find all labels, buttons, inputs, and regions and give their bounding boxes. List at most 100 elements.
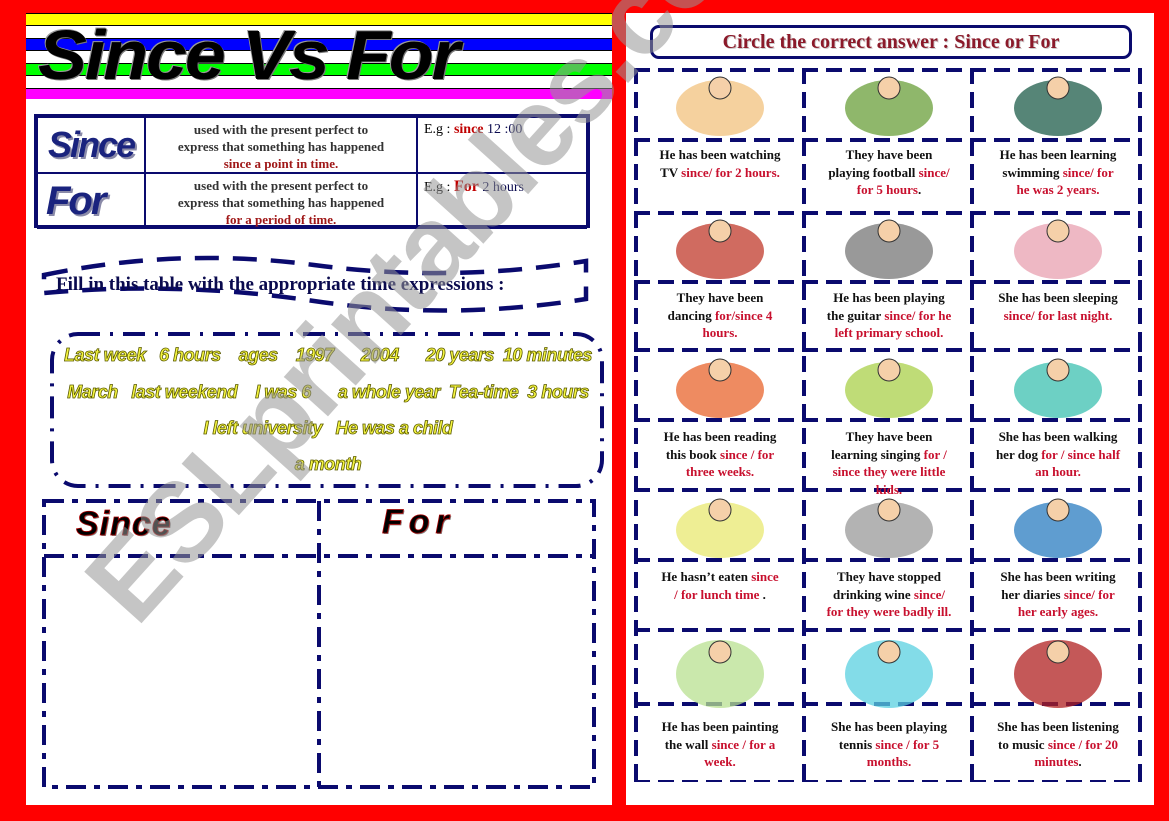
answer-choice[interactable]: for/since 4 — [715, 308, 772, 323]
since-answer-area[interactable] — [48, 561, 314, 783]
exercise-cell: They have been learning singing for / sinc… — [805, 350, 973, 497]
sentence-line: / for lunch time . — [638, 586, 802, 604]
answer-choice[interactable]: for they were badly ill. — [827, 604, 952, 619]
sentence-line: for they were badly ill. — [807, 603, 971, 621]
sentence-line: this book since / for — [638, 446, 802, 464]
sentence-text: the guitar — [826, 307, 885, 323]
sentence-line: She has been playing — [807, 718, 971, 736]
exercise-sentence: They have been learning singing for / sinc… — [807, 428, 971, 498]
sentence-text: He has been learning — [999, 147, 1117, 162]
sentence-line: He has been learning — [976, 146, 1140, 164]
answer-choice[interactable]: since/ for — [1063, 165, 1114, 180]
answer-choice[interactable]: since/ for — [1064, 587, 1115, 602]
answer-choice[interactable]: / for lunch time — [674, 587, 759, 602]
exercise-sentence: He has been watching TV since/ for 2 hour… — [638, 146, 802, 181]
answer-choice[interactable]: since/ — [914, 587, 945, 602]
answer-choice[interactable]: since / for 5 — [875, 737, 939, 752]
exercise-sentence: He has been reading this book since / for… — [638, 428, 802, 481]
exercise-sentence: She has been listening to music since / f… — [976, 718, 1140, 771]
sentence-line: They have been — [638, 289, 802, 307]
word-bank: Last week 6 hours ages 1997 2004 20 year… — [48, 331, 608, 491]
answer-choice[interactable]: since/ for last night. — [1004, 308, 1113, 323]
answer-choice[interactable]: left primary school. — [835, 325, 944, 340]
answer-choice[interactable]: hours. — [702, 325, 737, 340]
girl-sleeping-illustration — [974, 211, 1142, 283]
man-playing-guitar-illustration — [805, 211, 973, 283]
girl-walking-dog-illustration — [974, 350, 1142, 422]
answer-choice[interactable]: her early ages. — [1018, 604, 1098, 619]
answer-choice[interactable]: since/ for he — [884, 308, 951, 323]
sentence-text: He has been reading — [663, 429, 777, 444]
since-for-sort-table: Since For — [42, 499, 596, 791]
exercise-cell: He has been watching TV since/ for 2 hour… — [636, 68, 804, 211]
answer-choice[interactable]: week. — [704, 754, 735, 769]
exercise-sentence: She has been sleeping since/ for last nig… — [976, 289, 1140, 324]
since-column-header: Since — [76, 505, 172, 544]
for-description: used with the present perfect to express… — [145, 173, 417, 229]
answer-choice[interactable]: since/ for 2 hours. — [681, 165, 780, 180]
description-line: used with the present perfect to — [193, 178, 369, 193]
exercise-cell: They have stopped drinking wine since/for… — [805, 490, 973, 630]
answer-choice[interactable]: since / for 20 — [1048, 737, 1118, 752]
answer-choice[interactable]: for / — [924, 447, 947, 462]
answer-choice[interactable]: for 5 hours — [857, 182, 918, 197]
answer-choice[interactable]: since/ — [919, 165, 950, 180]
answer-choice[interactable]: three weeks. — [686, 464, 754, 479]
sentence-line: her early ages. — [976, 603, 1140, 621]
exercise-sentence: They have been playing football since/for… — [807, 146, 971, 199]
exercise-sentence: He has been painting the wall since / for… — [638, 718, 802, 771]
exercise-sentence: She has been playing tennis since / for 5… — [807, 718, 971, 771]
example-keyword: since — [453, 122, 484, 137]
answer-choice[interactable]: since — [751, 569, 778, 584]
elderly-couple-wine-illustration — [805, 490, 973, 562]
exercise-cell: They have been playing football since/for… — [805, 68, 973, 211]
answer-choice[interactable]: for / since half — [1041, 447, 1120, 462]
word-bank-line: a month — [294, 454, 362, 475]
word-bank-line: March last weekend I was 6 a whole year … — [67, 382, 590, 403]
exercise-cell: He has been reading this book since / for… — [636, 350, 804, 490]
sentence-line: three weeks. — [638, 463, 802, 481]
exercise-cell: She has been walking her dog for / since … — [974, 350, 1142, 490]
for-answer-area[interactable] — [324, 561, 590, 783]
answer-choice[interactable]: an hour. — [1035, 464, 1081, 479]
exercise-sentence: They have been dancing for/since 4 hours. — [638, 289, 802, 342]
exercise-grid: He has been watching TV since/ for 2 hour… — [634, 68, 1142, 782]
answer-choice[interactable]: minutes — [1034, 754, 1078, 769]
sentence-line: her diaries since/ for — [976, 586, 1140, 604]
sentence-line: tennis since / for 5 — [807, 736, 971, 754]
word-bank-line: Last week 6 hours ages 1997 2004 20 year… — [64, 345, 593, 366]
sentence-line: She has been sleeping — [976, 289, 1140, 307]
fill-instruction-box: Fill in this table with the appropriate … — [38, 253, 590, 313]
exercise-sentence: They have stopped drinking wine since/for… — [807, 568, 971, 621]
exercise-cell: She has been writing her diaries since/ f… — [974, 490, 1142, 630]
description-line: express that something has happened — [177, 139, 385, 154]
answer-choice[interactable]: he was 2 years. — [1016, 182, 1099, 197]
sentence-text: the wall — [664, 736, 712, 752]
for-column-header: For — [382, 503, 455, 542]
sentence-line: left primary school. — [807, 324, 971, 342]
sentence-text: He has been playing — [833, 290, 945, 305]
answer-choice[interactable]: since / for — [720, 447, 774, 462]
right-worksheet-page: Circle the correct answer : Since or For… — [626, 13, 1154, 805]
description-line: used with the present perfect to — [193, 122, 369, 137]
sentence-text: . — [759, 586, 766, 602]
sentence-text: They have been — [845, 147, 933, 162]
sentence-text: He has been watching — [659, 147, 781, 162]
sentence-text: He hasn’t eaten — [661, 569, 752, 584]
sentence-text: this book — [665, 446, 721, 462]
sentence-line: he was 2 years. — [976, 181, 1140, 199]
sentence-line: She has been writing — [976, 568, 1140, 586]
sentence-line: week. — [638, 753, 802, 771]
word-bank-line: I left university He was a child — [203, 418, 453, 439]
description-line: express that something has happened — [177, 195, 385, 210]
answer-choice[interactable]: months. — [867, 754, 911, 769]
example-rest: 2 hours — [478, 180, 524, 195]
example-prefix: E.g : — [424, 122, 454, 137]
answer-choice[interactable]: since they were little — [833, 464, 946, 479]
sentence-text: They have been — [676, 290, 764, 305]
sentence-text: drinking wine — [833, 586, 914, 602]
answer-choice[interactable]: since / for a — [712, 737, 776, 752]
girl-listening-music-illustration — [974, 630, 1142, 708]
sentence-line: TV since/ for 2 hours. — [638, 164, 802, 182]
exercise-instruction: Circle the correct answer : Since or For — [650, 25, 1132, 59]
